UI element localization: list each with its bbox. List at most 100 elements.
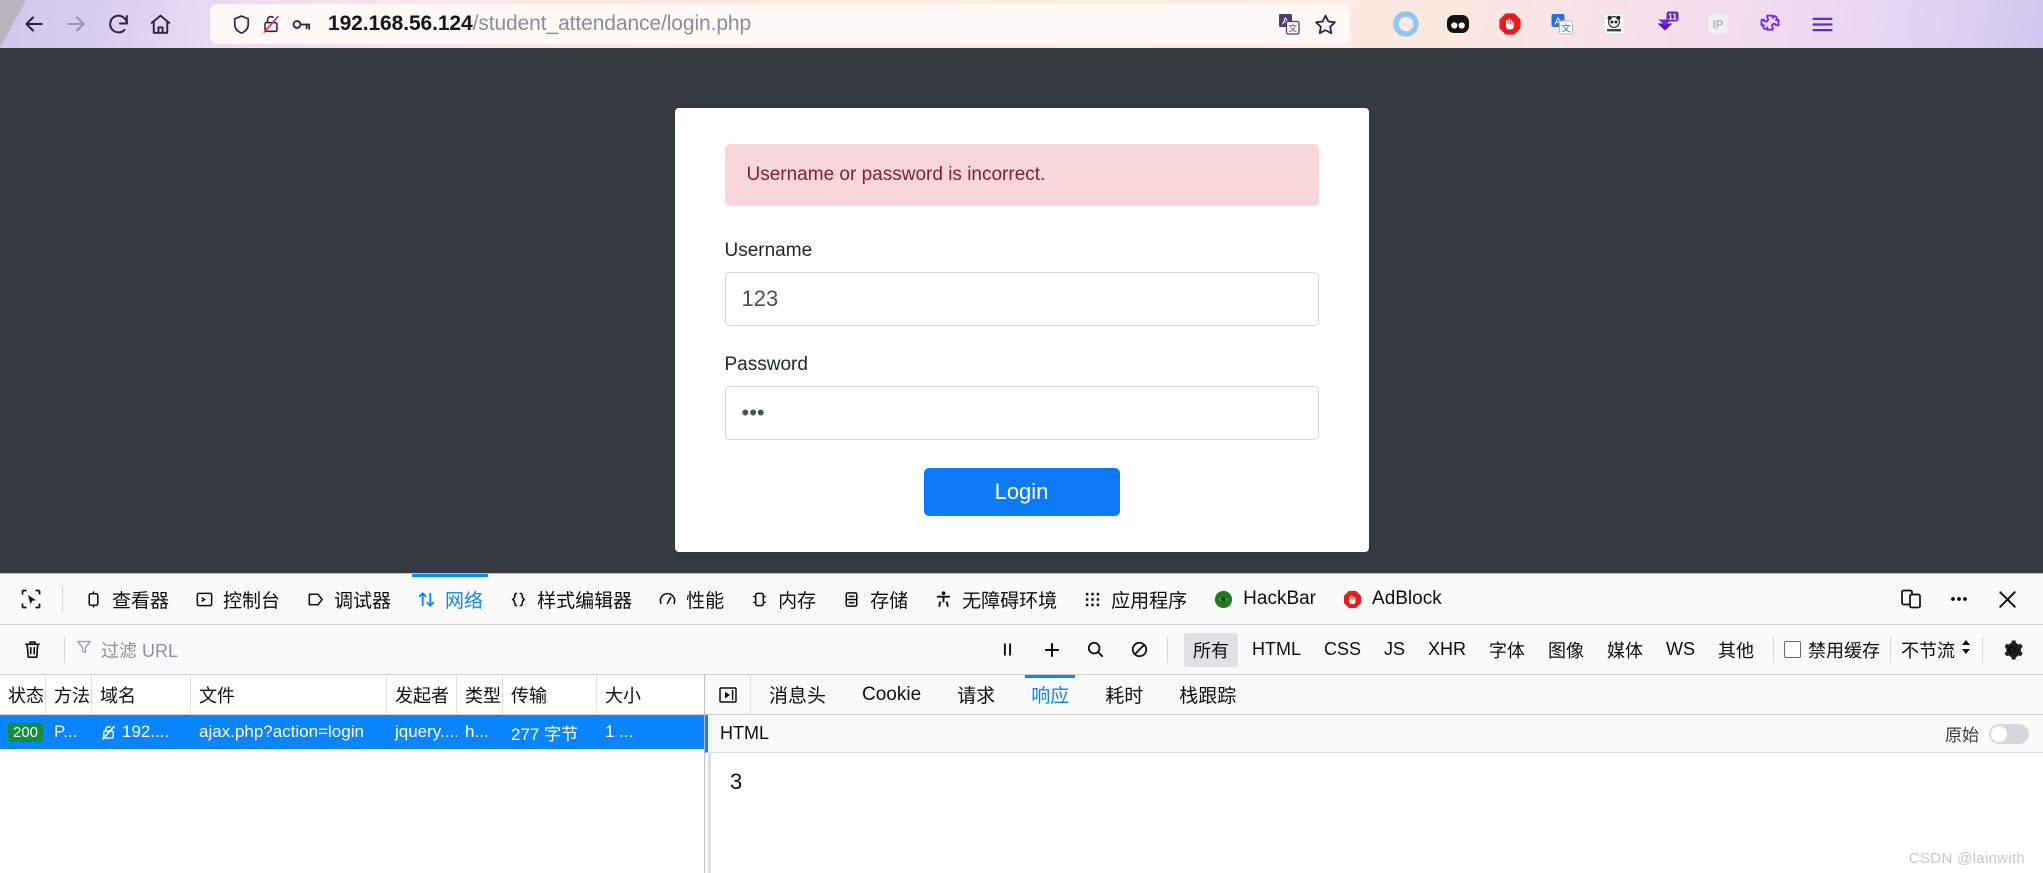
tab-application[interactable]: 应用程序 [1070, 574, 1200, 624]
reload-button[interactable] [98, 4, 138, 44]
console-icon [195, 590, 214, 609]
login-button[interactable]: Login [923, 468, 1120, 516]
cell-initiator: jquery.... [395, 722, 457, 741]
column-header-method[interactable]: 方法 [46, 675, 92, 714]
search-icon[interactable] [1079, 633, 1113, 667]
tab-accessibility[interactable]: 无障碍环境 [921, 574, 1070, 624]
response-body-text: 3 [730, 769, 743, 794]
hackbar-icon [1213, 589, 1234, 610]
request-rows: 200 P... 192.... ajax.php?action=login j… [0, 715, 704, 873]
cell-file: ajax.php?action=login [199, 722, 364, 741]
tab-hackbar[interactable]: HackBar [1200, 574, 1329, 624]
gear-icon[interactable] [1993, 631, 2031, 669]
raw-toggle[interactable]: 原始 [1945, 721, 2029, 746]
tab-memory[interactable]: 内存 [737, 574, 829, 624]
home-button[interactable] [140, 4, 180, 44]
element-picker-icon[interactable] [8, 574, 54, 624]
detail-tab-timings[interactable]: 耗时 [1087, 675, 1161, 714]
detail-tab-response[interactable]: 响应 [1013, 675, 1087, 714]
ext-panda-icon[interactable] [1592, 2, 1636, 46]
column-header-domain[interactable]: 域名 [92, 675, 191, 714]
detail-tab-headers[interactable]: 消息头 [751, 675, 844, 714]
filter-js[interactable]: JS [1375, 635, 1414, 664]
table-row[interactable]: 200 P... 192.... ajax.php?action=login j… [0, 715, 704, 749]
throttle-dropdown[interactable]: 不节流 [1901, 637, 1972, 663]
ext-puzzle-icon[interactable] [1748, 2, 1792, 46]
svg-text:11: 11 [1668, 12, 1677, 22]
insecure-icon [100, 724, 117, 741]
ext-adblock-icon[interactable] [1488, 2, 1532, 46]
throttle-label: 不节流 [1901, 640, 1955, 661]
plus-icon[interactable] [1035, 633, 1069, 667]
column-header-initiator[interactable]: 发起者 [387, 675, 457, 714]
ext-dark-reader-icon[interactable] [1436, 2, 1480, 46]
ellipsis-icon[interactable] [1937, 577, 1981, 621]
application-icon [1083, 590, 1102, 609]
back-button[interactable] [14, 4, 54, 44]
tab-label: 应用程序 [1111, 590, 1188, 612]
tab-inspector[interactable]: 查看器 [71, 574, 182, 624]
filter-image[interactable]: 图像 [1539, 633, 1593, 667]
funnel-icon [75, 638, 93, 661]
filter-font[interactable]: 字体 [1480, 633, 1534, 667]
trash-icon[interactable] [10, 638, 54, 661]
detail-tab-stacktrace[interactable]: 栈跟踪 [1161, 675, 1254, 714]
key-icon[interactable] [286, 9, 316, 39]
address-bar[interactable]: 192.168.56.124/student_attendance/login.… [210, 4, 1350, 44]
filter-html[interactable]: HTML [1243, 635, 1310, 664]
column-header-size[interactable]: 大小 [597, 675, 653, 714]
password-input[interactable] [724, 386, 1319, 440]
app-menu-button[interactable] [1800, 2, 1844, 46]
tab-adblock[interactable]: AdBlock [1329, 574, 1455, 624]
column-header-type[interactable]: 类型 [457, 675, 503, 714]
filter-media[interactable]: 媒体 [1598, 633, 1652, 667]
ext-downloader-icon[interactable]: 11 [1644, 2, 1688, 46]
column-header-status[interactable]: 状态 [0, 675, 46, 714]
filter-other[interactable]: 其他 [1709, 633, 1763, 667]
password-field-group: Password [724, 354, 1319, 440]
detail-tab-cookie[interactable]: Cookie [844, 675, 939, 714]
resend-icon[interactable] [705, 675, 751, 714]
ext-translate-icon[interactable]: A文 [1540, 2, 1584, 46]
column-header-file[interactable]: 文件 [191, 675, 387, 714]
tab-network[interactable]: 网络 [404, 574, 496, 624]
ext-circle-blue-icon[interactable] [1384, 2, 1428, 46]
close-icon[interactable] [1985, 577, 2029, 621]
filter-xhr[interactable]: XHR [1419, 635, 1475, 664]
tab-label: 内存 [778, 590, 817, 612]
tab-console[interactable]: 控制台 [182, 574, 293, 624]
tab-label: 存储 [870, 590, 909, 612]
forward-button[interactable] [56, 4, 96, 44]
tab-debugger[interactable]: 调试器 [293, 574, 404, 624]
cell-transferred: 277 字节 [511, 724, 579, 744]
network-toolbar: 过滤 URL 所有 HTML CSS JS XHR 字体 图像 媒体 WS 其他… [0, 625, 2043, 675]
filter-all[interactable]: 所有 [1183, 632, 1238, 667]
block-icon[interactable] [1123, 633, 1157, 667]
toolbar-divider [1982, 636, 1983, 663]
translate-icon[interactable]: A文 [1274, 9, 1304, 39]
filter-url-input[interactable]: 过滤 URL [75, 637, 991, 663]
watermark: CSDN @lainwith [1908, 850, 2025, 867]
tab-performance[interactable]: 性能 [645, 574, 737, 624]
cell-method: P... [54, 722, 78, 741]
login-card: Username or password is incorrect. Usern… [674, 108, 1369, 552]
disable-cache-checkbox[interactable]: 禁用缓存 [1784, 637, 1880, 663]
filter-ws[interactable]: WS [1657, 635, 1704, 664]
toggle-switch[interactable] [1989, 723, 2029, 744]
cell-domain-text: 192.... [122, 722, 170, 741]
tab-label: HackBar [1243, 588, 1317, 609]
lock-broken-icon[interactable] [256, 9, 286, 39]
pause-icon[interactable] [991, 633, 1025, 667]
username-input[interactable] [724, 272, 1319, 326]
filter-css[interactable]: CSS [1315, 635, 1370, 664]
devices-icon[interactable] [1889, 577, 1933, 621]
ext-ip-icon[interactable]: IP [1696, 2, 1740, 46]
url-text[interactable]: 192.168.56.124/student_attendance/login.… [316, 12, 1274, 36]
column-header-transferred[interactable]: 传输 [503, 675, 597, 714]
tab-storage[interactable]: 存储 [829, 574, 921, 624]
tab-style-editor[interactable]: 样式编辑器 [496, 574, 645, 624]
star-icon[interactable] [1310, 9, 1340, 39]
detail-tab-request[interactable]: 请求 [939, 675, 1013, 714]
navigation-buttons [0, 4, 180, 44]
shield-icon[interactable] [226, 9, 256, 39]
